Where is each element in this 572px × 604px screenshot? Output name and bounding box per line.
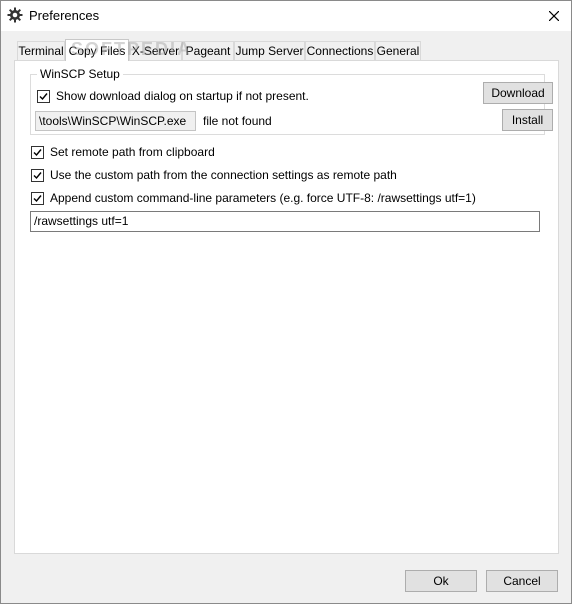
watermark: SOFTPEDIA	[71, 39, 193, 59]
show-download-dialog-label: Show download dialog on startup if not p…	[56, 89, 309, 103]
gear-icon	[7, 7, 23, 23]
checkbox-box[interactable]	[31, 168, 44, 182]
title-bar[interactable]: Preferences	[1, 1, 571, 31]
checkmark-icon	[33, 194, 42, 202]
checkmark-icon	[39, 92, 48, 100]
custom-params-input[interactable]: /rawsettings utf=1	[30, 211, 540, 232]
checkbox-box[interactable]	[37, 89, 50, 103]
ok-button[interactable]: Ok	[405, 570, 477, 592]
tab-terminal[interactable]: Terminal	[17, 41, 65, 60]
group-title: WinSCP Setup	[37, 67, 123, 81]
winscp-path-field[interactable]: \tools\WinSCP\WinSCP.exe	[35, 111, 196, 131]
checkmark-icon	[33, 148, 42, 156]
copy-files-panel: WinSCP Setup Show download dialog on sta…	[14, 60, 559, 554]
option-custom-path-remote[interactable]: Use the custom path from the connection …	[31, 168, 397, 182]
cancel-button[interactable]: Cancel	[486, 570, 558, 592]
show-download-dialog-checkbox[interactable]: Show download dialog on startup if not p…	[37, 89, 309, 103]
tab-general[interactable]: General	[375, 41, 421, 60]
option-label: Set remote path from clipboard	[50, 145, 215, 159]
option-remote-path-clipboard[interactable]: Set remote path from clipboard	[31, 145, 215, 159]
window-title: Preferences	[29, 8, 100, 23]
checkbox-box[interactable]	[31, 145, 44, 159]
close-button[interactable]	[537, 1, 571, 31]
tab-connections[interactable]: Connections	[305, 41, 375, 60]
option-label: Append custom command-line parameters (e…	[50, 191, 476, 205]
option-label: Use the custom path from the connection …	[50, 168, 397, 182]
preferences-window: Preferences SOFTPEDIA Terminal Copy File…	[0, 0, 572, 604]
close-icon	[548, 10, 560, 22]
checkmark-icon	[33, 171, 42, 179]
tab-jump-server[interactable]: Jump Server	[234, 41, 305, 60]
install-button[interactable]: Install	[502, 109, 553, 131]
download-button[interactable]: Download	[483, 82, 553, 104]
path-status-text: file not found	[203, 114, 272, 128]
checkbox-box[interactable]	[31, 191, 44, 205]
winscp-setup-group: WinSCP Setup Show download dialog on sta…	[30, 67, 553, 135]
option-append-cmdline-params[interactable]: Append custom command-line parameters (e…	[31, 191, 476, 205]
